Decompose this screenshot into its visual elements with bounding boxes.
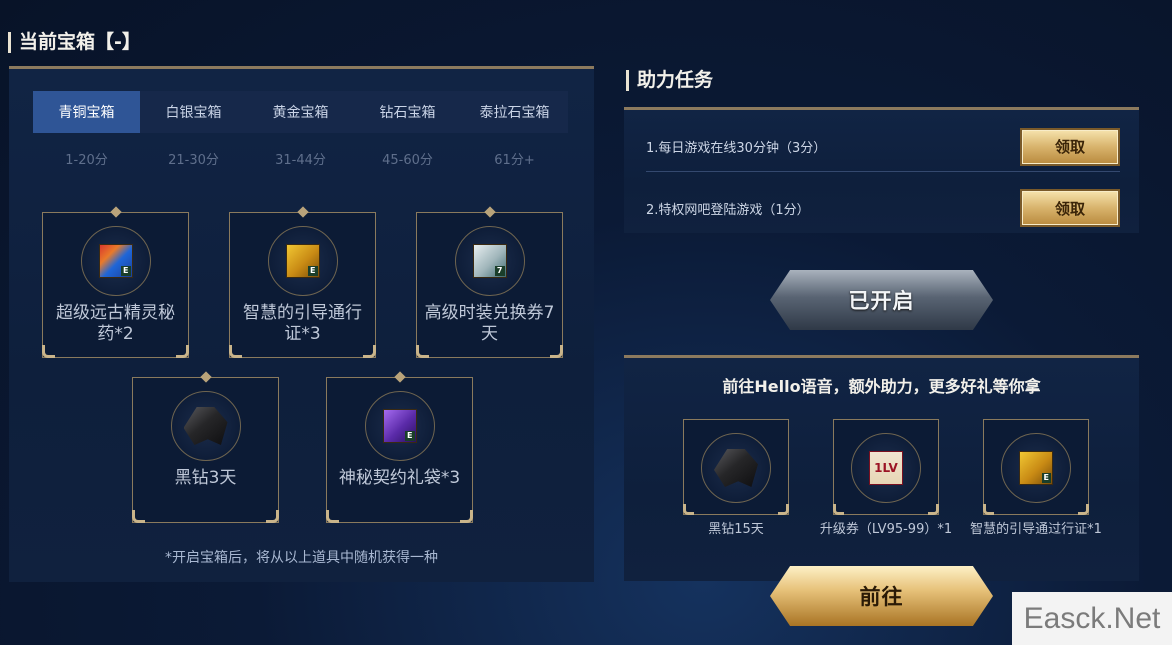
goto-button[interactable]: 前往	[770, 566, 993, 626]
level-ticket-text: 1LV	[874, 461, 898, 475]
hello-reward-card	[683, 419, 789, 515]
claim-button[interactable]: 领取	[1020, 127, 1120, 166]
hello-voice-panel: 前往Hello语音，额外助力，更多好礼等你拿 黑钻15天 1LV 升级券（LV9…	[624, 355, 1139, 581]
black-diamond-icon	[183, 407, 228, 445]
item-badge: E	[308, 266, 318, 276]
reward-icon-ring: 7	[454, 226, 525, 296]
chest-note: *开启宝箱后，将从以上道具中随机获得一种	[165, 550, 438, 566]
score-range: 1-20分	[65, 153, 108, 168]
hello-reward-card: E	[983, 419, 1089, 515]
chest-panel: 青铜宝箱 白银宝箱 黄金宝箱 钻石宝箱 泰拉石宝箱 1-20分 21-30分 3…	[9, 66, 594, 582]
hello-reward-card: 1LV	[833, 419, 939, 515]
potion-icon: E	[98, 244, 133, 278]
tab-gold-chest[interactable]: 黄金宝箱	[247, 91, 354, 133]
reward-card: E 超级远古精灵秘药*2	[42, 206, 189, 358]
score-range: 21-30分	[168, 153, 219, 168]
reward-icon-ring: 1LV	[851, 433, 921, 503]
reward-card: 黑钻3天	[132, 371, 279, 523]
opened-button[interactable]: 已开启	[770, 270, 993, 330]
pass-icon: E	[1019, 451, 1053, 485]
reward-icon-ring: E	[80, 226, 151, 296]
assist-tasks-title: 助力任务	[626, 69, 713, 91]
watermark: Easck.Net	[1012, 592, 1172, 645]
reward-icon-ring	[701, 433, 771, 503]
item-badge: E	[1041, 473, 1051, 483]
score-range: 45-60分	[382, 153, 433, 168]
item-badge: E	[405, 431, 415, 441]
task-panel: 1.每日游戏在线30分钟（3分） 领取 2.特权网吧登陆游戏（1分） 领取	[624, 107, 1139, 233]
reward-icon-ring	[170, 391, 241, 461]
current-chest-title: 当前宝箱【-】	[8, 31, 141, 53]
task-text: 2.特权网吧登陆游戏（1分）	[646, 202, 810, 218]
bag-icon: E	[382, 409, 417, 443]
hello-voice-title: 前往Hello语音，额外助力，更多好礼等你拿	[722, 377, 1041, 396]
tab-diamond-chest[interactable]: 钻石宝箱	[354, 91, 461, 133]
reward-label: 高级时装兑换券7天	[424, 303, 555, 344]
black-diamond-icon	[714, 449, 758, 487]
card-ornament	[393, 371, 406, 383]
pass-icon: E	[285, 244, 320, 278]
task-row: 1.每日游戏在线30分钟（3分） 领取	[646, 122, 1120, 172]
card-ornament	[483, 206, 496, 218]
tab-bronze-chest[interactable]: 青铜宝箱	[33, 91, 140, 133]
card-ornament	[296, 206, 309, 218]
tab-terra-chest[interactable]: 泰拉石宝箱	[461, 91, 568, 133]
hello-reward-label: 智慧的引导通过行证*1	[970, 522, 1102, 537]
reward-label: 超级远古精灵秘药*2	[56, 303, 175, 344]
task-row: 2.特权网吧登陆游戏（1分） 领取	[646, 183, 1120, 233]
reward-label: 黑钻3天	[174, 468, 237, 488]
reward-label: 神秘契约礼袋*3	[338, 468, 461, 488]
score-range: 61分+	[494, 153, 535, 168]
reward-label: 智慧的引导通行证*3	[243, 303, 362, 344]
reward-icon-ring: E	[1001, 433, 1071, 503]
item-badge: 7	[494, 266, 505, 276]
reward-icon-ring: E	[364, 391, 435, 461]
score-ranges: 1-20分 21-30分 31-44分 45-60分 61分+	[33, 149, 568, 168]
voucher-icon: 7	[472, 244, 507, 278]
tab-silver-chest[interactable]: 白银宝箱	[140, 91, 247, 133]
level-ticket-icon: 1LV	[869, 451, 903, 485]
score-range: 31-44分	[275, 153, 326, 168]
reward-icon-ring: E	[267, 226, 338, 296]
reward-card: E 神秘契约礼袋*3	[326, 371, 473, 523]
chest-tabs: 青铜宝箱 白银宝箱 黄金宝箱 钻石宝箱 泰拉石宝箱	[33, 91, 568, 133]
card-ornament	[199, 371, 212, 383]
item-badge: E	[121, 266, 131, 276]
hello-reward-label: 升级券（LV95-99）*1	[819, 522, 953, 537]
card-ornament	[109, 206, 122, 218]
task-text: 1.每日游戏在线30分钟（3分）	[646, 141, 827, 156]
hello-reward-label: 黑钻15天	[708, 522, 764, 537]
claim-button[interactable]: 领取	[1020, 189, 1120, 227]
reward-card: E 智慧的引导通行证*3	[229, 206, 376, 358]
reward-card: 7 高级时装兑换券7天	[416, 206, 563, 358]
